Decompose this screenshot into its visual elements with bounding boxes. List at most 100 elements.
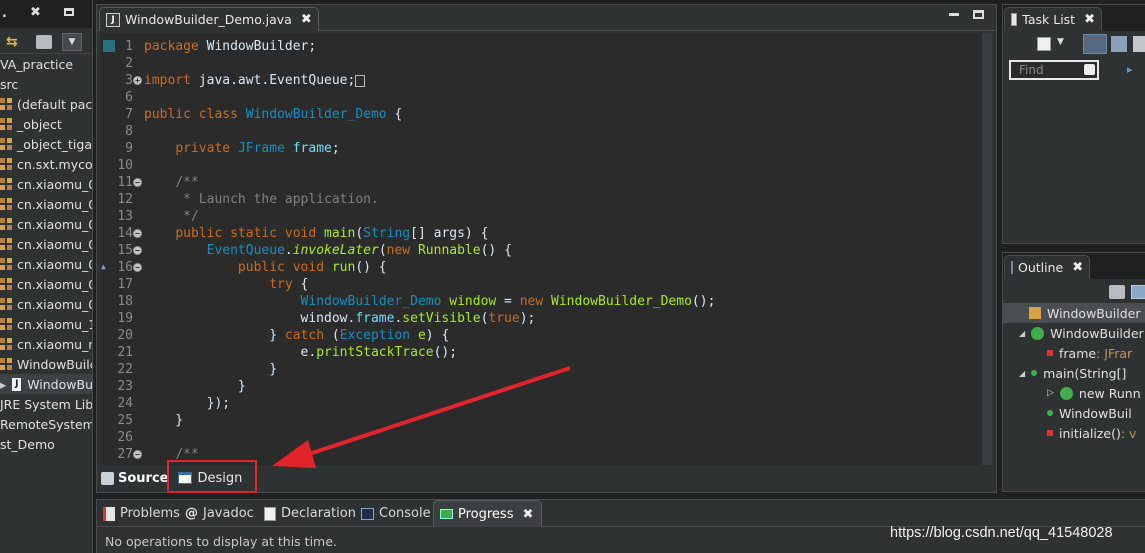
collapse-icon[interactable] — [1133, 36, 1145, 52]
tab-windowbuilder-demo[interactable]: J WindowBuilder_Demo.java ✖ — [99, 7, 319, 31]
close-icon[interactable]: ✖ — [30, 5, 41, 20]
tab-task-list[interactable]: Task List ✖ — [1004, 7, 1102, 31]
find-input[interactable]: Find — [1009, 60, 1099, 80]
explorer-item[interactable]: cn.xiaomu_10 — [0, 314, 92, 334]
code-line[interactable]: } — [144, 361, 277, 378]
activate-icon[interactable]: ▸ — [1127, 63, 1133, 76]
explorer-item[interactable]: cn.xiaomu_06 — [0, 234, 92, 254]
line-number: 26 — [117, 430, 133, 445]
explorer-item-label: cn.sxt.mycoll — [17, 156, 93, 172]
outline-item[interactable]: ▷ new Runn — [1003, 383, 1145, 403]
close-icon[interactable]: ✖ — [1084, 12, 1095, 27]
expanded-icon[interactable]: ◢ — [1019, 369, 1025, 378]
code-line[interactable]: } — [144, 378, 246, 395]
tab-problems[interactable]: Problems — [103, 500, 180, 527]
close-icon[interactable]: ✖ — [522, 507, 533, 522]
explorer-item[interactable]: cn.xiaomu_08 — [0, 294, 92, 314]
explorer-item[interactable]: st_Demo — [0, 434, 55, 454]
tab-progress[interactable]: Progress ✖ — [433, 500, 543, 527]
code-line[interactable]: */ — [144, 208, 199, 225]
explorer-item[interactable]: src — [0, 74, 18, 94]
explorer-item[interactable]: JRE System Libr — [0, 394, 92, 414]
chevron-down-icon[interactable]: ▼ — [1057, 37, 1064, 47]
outline-item[interactable]: WindowBuil — [1003, 403, 1145, 423]
link-editor-icon[interactable]: ⇆ — [6, 34, 18, 50]
explorer-item[interactable]: _object_tigac — [0, 134, 93, 154]
explorer-item[interactable]: _object — [0, 114, 62, 134]
console-icon — [361, 507, 374, 520]
vertical-scrollbar[interactable] — [982, 33, 992, 465]
collapse-fold-icon[interactable]: − — [133, 178, 142, 187]
maximize-icon[interactable] — [64, 8, 74, 16]
outline-panel: Outline ✖ WindowBuilder ◢ WindowBuilder fra… — [1002, 252, 1145, 492]
explorer-item[interactable]: cn.xiaomu_07 — [0, 274, 92, 294]
code-line[interactable]: EventQueue.invokeLater(new Runnable() { — [144, 242, 512, 259]
explorer-item[interactable]: (default pack — [0, 94, 92, 114]
explorer-item[interactable]: cn.xiaomu_02 — [0, 194, 92, 214]
code-line[interactable]: }); — [144, 395, 230, 412]
explorer-item[interactable]: cn.xiaomu_06 — [0, 254, 92, 274]
code-line[interactable]: WindowBuilder_Demo window = new WindowBu… — [144, 293, 716, 310]
tab-label: Declaration — [281, 506, 356, 521]
expand-fold-icon[interactable]: + — [133, 76, 142, 85]
sort-icon[interactable] — [1109, 285, 1125, 299]
explorer-item[interactable]: cn.xiaomu_01 — [0, 174, 92, 194]
code-line[interactable]: /** — [144, 174, 198, 191]
view-menu-icon[interactable] — [36, 35, 52, 49]
code-line[interactable]: try { — [144, 276, 308, 293]
public-method-icon — [1031, 370, 1038, 376]
outline-item[interactable]: ◢ main(String[] — [1003, 363, 1145, 383]
explorer-item-label: _object_tigac — [17, 136, 93, 152]
code-line[interactable]: import java.awt.EventQueue; — [144, 72, 366, 89]
explorer-item-label: cn.xiaomu_01 — [17, 176, 92, 192]
clear-icon[interactable] — [1084, 64, 1095, 75]
code-line[interactable]: } — [144, 412, 183, 429]
collapse-fold-icon[interactable]: − — [133, 229, 142, 238]
explorer-item[interactable]: cn.sxt.mycoll — [0, 154, 93, 174]
chevron-down-icon[interactable]: ▼ — [62, 33, 82, 51]
source-tab[interactable]: Source — [101, 471, 168, 486]
outline-item[interactable]: initialize() : v — [1003, 423, 1145, 443]
tab-javadoc[interactable]: @ Javadoc — [185, 500, 254, 527]
explorer-item[interactable]: cn.xiaomu_05 — [0, 214, 92, 234]
code-line[interactable]: private JFrame frame; — [144, 140, 339, 157]
code-line[interactable]: e.printStackTrace(); — [144, 344, 458, 361]
explorer-item[interactable]: WindowBuilc — [0, 354, 92, 374]
minimize-icon[interactable] — [949, 13, 959, 16]
collapsed-icon[interactable]: ▷ — [1047, 388, 1054, 398]
outline-item[interactable]: ◢ WindowBuilder — [1003, 323, 1145, 343]
collapse-fold-icon[interactable]: − — [133, 263, 142, 272]
code-line[interactable]: public void run() { — [144, 259, 387, 276]
explorer-item[interactable]: cn.xiaomu_m — [0, 334, 92, 354]
collapse-fold-icon[interactable]: − — [133, 450, 142, 459]
tab-declaration[interactable]: Declaration — [264, 500, 356, 527]
new-task-icon[interactable] — [1037, 37, 1051, 51]
code-line[interactable]: * Launch the application. — [144, 191, 379, 208]
close-icon[interactable]: ✖ — [301, 12, 312, 27]
close-icon[interactable]: ✖ — [1072, 260, 1083, 275]
expanded-icon[interactable]: ◢ — [1019, 329, 1025, 338]
expand-icon[interactable]: ▸ — [0, 377, 6, 392]
tab-outline[interactable]: Outline ✖ — [1004, 255, 1090, 279]
hide-fields-icon[interactable] — [1131, 285, 1145, 299]
explorer-item[interactable]: RemoteSystems — [0, 414, 92, 434]
code-line[interactable]: public static void main(String[] args) { — [144, 225, 488, 242]
package-icon — [0, 358, 12, 370]
code-line[interactable]: } catch (Exception e) { — [144, 327, 449, 344]
explorer-tab-fragment[interactable]: . — [2, 6, 7, 21]
categorize-icon[interactable] — [1083, 34, 1107, 54]
code-line[interactable]: public class WindowBuilder_Demo { — [144, 106, 402, 123]
outline-item-label: frame — [1059, 345, 1097, 361]
outline-item[interactable]: WindowBuilder — [1003, 303, 1145, 323]
filter-icon[interactable] — [1111, 36, 1127, 52]
java-file-icon: J — [106, 12, 120, 27]
tab-console[interactable]: Console — [361, 500, 431, 527]
line-number: 7 — [125, 107, 133, 122]
explorer-item[interactable]: VA_practice — [0, 54, 73, 74]
outline-item[interactable]: frame : JFrar — [1003, 343, 1145, 363]
maximize-icon[interactable] — [973, 10, 984, 19]
collapse-fold-icon[interactable]: − — [133, 246, 142, 255]
code-line[interactable]: package WindowBuilder; — [144, 38, 316, 55]
code-line[interactable]: window.frame.setVisible(true); — [144, 310, 536, 327]
explorer-item[interactable]: ▸ J WindowBu — [0, 374, 92, 394]
